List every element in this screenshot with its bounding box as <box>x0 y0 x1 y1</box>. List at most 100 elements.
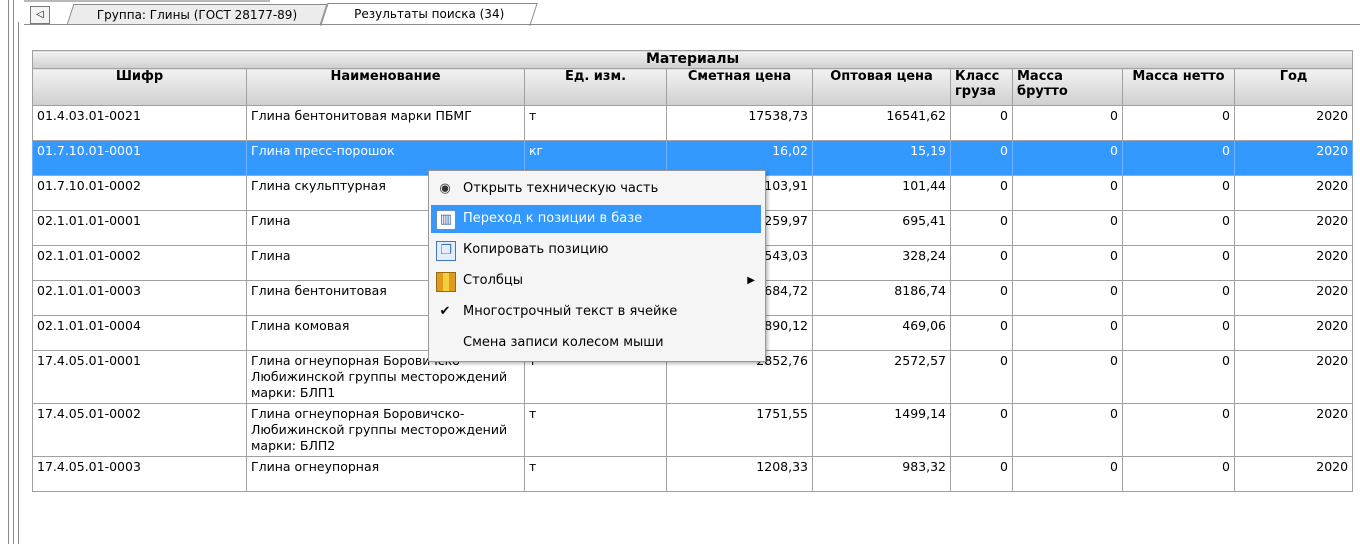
submenu-arrow-icon: ▶ <box>747 275 755 286</box>
tab-label: Результаты поиска (34) <box>354 7 505 21</box>
cell-net[interactable]: 0 <box>1122 140 1235 176</box>
cell-year[interactable]: 2020 <box>1233 315 1354 351</box>
left-splitter[interactable] <box>0 0 24 544</box>
column-header-gross-mass[interactable]: Масса брутто <box>1012 68 1123 106</box>
cell-code[interactable]: 02.1.01.01-0002 <box>32 245 247 281</box>
cell-net[interactable]: 0 <box>1122 350 1235 404</box>
cell-gross[interactable]: 0 <box>1012 210 1123 246</box>
cell-whl[interactable]: 8186,74 <box>812 280 951 316</box>
column-header-year[interactable]: Год <box>1233 68 1354 106</box>
splitter-line <box>8 0 9 544</box>
cell-code[interactable]: 01.4.03.01-0021 <box>32 105 247 141</box>
cell-cls[interactable]: 0 <box>950 175 1013 211</box>
cell-gross[interactable]: 0 <box>1012 403 1123 457</box>
cell-name[interactable]: Глина огнеупорная Боровичско-Любижинской… <box>246 403 525 457</box>
cell-gross[interactable]: 0 <box>1012 105 1123 141</box>
cell-unit[interactable]: т <box>524 456 667 492</box>
cell-code[interactable]: 02.1.01.01-0001 <box>32 210 247 246</box>
column-header-cargo-class[interactable]: Класс груза <box>950 68 1013 106</box>
group-header: Материалы <box>32 50 1354 69</box>
cell-cls[interactable]: 0 <box>950 245 1013 281</box>
cell-code[interactable]: 02.1.01.01-0004 <box>32 315 247 351</box>
cell-year[interactable]: 2020 <box>1233 403 1354 457</box>
cell-whl[interactable]: 1499,14 <box>812 403 951 457</box>
cell-whl[interactable]: 15,19 <box>812 140 951 176</box>
cell-code[interactable]: 17.4.05.01-0002 <box>32 403 247 457</box>
cell-whl[interactable]: 2572,57 <box>812 350 951 404</box>
cell-whl[interactable]: 328,24 <box>812 245 951 281</box>
cell-cls[interactable]: 0 <box>950 210 1013 246</box>
menu-item-multiline-text[interactable]: ✔ Многострочный текст в ячейке <box>431 298 761 326</box>
column-header-wholesale-price[interactable]: Оптовая цена <box>812 68 951 106</box>
cell-whl[interactable]: 469,06 <box>812 315 951 351</box>
cell-cls[interactable]: 0 <box>950 456 1013 492</box>
cell-cls[interactable]: 0 <box>950 105 1013 141</box>
menu-item-copy-position[interactable]: ❐ Копировать позицию <box>431 236 761 264</box>
cell-gross[interactable]: 0 <box>1012 245 1123 281</box>
cell-net[interactable]: 0 <box>1122 403 1235 457</box>
splitter-line <box>13 0 14 544</box>
cell-year[interactable]: 2020 <box>1233 245 1354 281</box>
menu-item-mouse-wheel[interactable]: Смена записи колесом мыши <box>431 329 761 357</box>
cell-gross[interactable]: 0 <box>1012 175 1123 211</box>
menu-item-columns[interactable]: Столбцы ▶ <box>431 267 761 295</box>
cell-unit[interactable]: т <box>524 403 667 457</box>
cell-est[interactable]: 17538,73 <box>666 105 813 141</box>
cell-gross[interactable]: 0 <box>1012 456 1123 492</box>
cell-whl[interactable]: 16541,62 <box>812 105 951 141</box>
cell-net[interactable]: 0 <box>1122 175 1235 211</box>
tab-group-clays[interactable]: Группа: Глины (ГОСТ 28177-89) <box>66 4 328 25</box>
cell-year[interactable]: 2020 <box>1233 140 1354 176</box>
cell-year[interactable]: 2020 <box>1233 105 1354 141</box>
cell-net[interactable]: 0 <box>1122 315 1235 351</box>
cell-est[interactable]: 1751,55 <box>666 403 813 457</box>
tab-search-results[interactable]: Результаты поиска (34) <box>320 3 538 26</box>
cell-whl[interactable]: 101,44 <box>812 175 951 211</box>
cell-whl[interactable]: 695,41 <box>812 210 951 246</box>
cell-name[interactable]: Глина огнеупорная <box>246 456 525 492</box>
table-row[interactable]: 17.4.05.01-0002 Глина огнеупорная Борович… <box>32 403 1354 457</box>
cell-year[interactable]: 2020 <box>1233 350 1354 404</box>
cell-code[interactable]: 01.7.10.01-0001 <box>32 140 247 176</box>
cell-year[interactable]: 2020 <box>1233 456 1354 492</box>
cell-code[interactable]: 02.1.01.01-0003 <box>32 280 247 316</box>
cell-year[interactable]: 2020 <box>1233 210 1354 246</box>
table-row[interactable]: 17.4.05.01-0003 Глина огнеупорная т 1208,33… <box>32 456 1354 492</box>
cell-year[interactable]: 2020 <box>1233 280 1354 316</box>
context-menu: ◉ Открыть техническую часть ▥ Переход к … <box>428 170 766 362</box>
cell-code[interactable]: 01.7.10.01-0002 <box>32 175 247 211</box>
cell-gross[interactable]: 0 <box>1012 280 1123 316</box>
book-icon: ▥ <box>436 210 456 230</box>
cell-unit[interactable]: т <box>524 105 667 141</box>
cell-net[interactable]: 0 <box>1122 245 1235 281</box>
cell-net[interactable]: 0 <box>1122 456 1235 492</box>
cell-cls[interactable]: 0 <box>950 140 1013 176</box>
menu-item-label: Многострочный текст в ячейке <box>463 304 678 319</box>
cell-name[interactable]: Глина бентонитовая марки ПБМГ <box>246 105 525 141</box>
cell-code[interactable]: 17.4.05.01-0003 <box>32 456 247 492</box>
column-header-net-mass[interactable]: Масса нетто <box>1122 68 1235 106</box>
column-header-name[interactable]: Наименование <box>246 68 525 106</box>
cell-gross[interactable]: 0 <box>1012 350 1123 404</box>
cell-year[interactable]: 2020 <box>1233 175 1354 211</box>
column-header-estimate-price[interactable]: Сметная цена <box>666 68 813 106</box>
cell-code[interactable]: 17.4.05.01-0001 <box>32 350 247 404</box>
tab-scroll-left-button[interactable]: ◁ <box>30 6 50 24</box>
cell-net[interactable]: 0 <box>1122 280 1235 316</box>
table-row[interactable]: 01.4.03.01-0021 Глина бентонитовая марки … <box>32 105 1354 141</box>
cell-gross[interactable]: 0 <box>1012 315 1123 351</box>
cell-gross[interactable]: 0 <box>1012 140 1123 176</box>
cell-whl[interactable]: 983,32 <box>812 456 951 492</box>
cell-est[interactable]: 1208,33 <box>666 456 813 492</box>
cell-cls[interactable]: 0 <box>950 350 1013 404</box>
cell-cls[interactable]: 0 <box>950 315 1013 351</box>
column-header-code[interactable]: Шифр <box>32 68 247 106</box>
menu-item-open-technical-part[interactable]: ◉ Открыть техническую часть <box>431 175 761 203</box>
column-header-unit[interactable]: Ед. изм. <box>524 68 667 106</box>
cell-cls[interactable]: 0 <box>950 280 1013 316</box>
menu-item-label: Копировать позицию <box>463 242 609 257</box>
cell-cls[interactable]: 0 <box>950 403 1013 457</box>
menu-item-go-to-position[interactable]: ▥ Переход к позиции в базе <box>431 205 761 233</box>
cell-net[interactable]: 0 <box>1122 210 1235 246</box>
cell-net[interactable]: 0 <box>1122 105 1235 141</box>
